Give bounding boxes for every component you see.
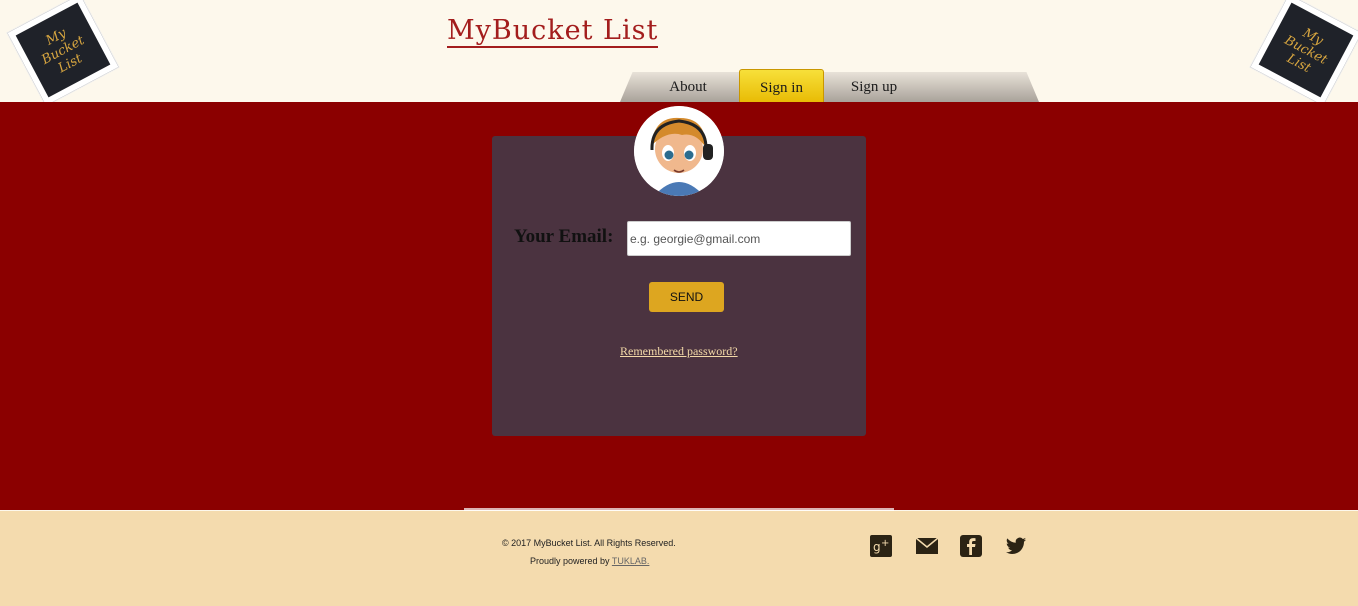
logo-right-text: My Bucket List bbox=[1259, 3, 1354, 98]
main-nav: About Sign in Sign up bbox=[620, 69, 1039, 106]
footer bbox=[0, 511, 1358, 606]
powered-prefix: Proudly powered by bbox=[530, 556, 610, 566]
logo-right[interactable]: My Bucket List bbox=[1250, 0, 1358, 106]
nav-sign-in[interactable]: Sign in bbox=[739, 69, 824, 106]
svg-text:+: + bbox=[881, 538, 889, 549]
powered-by: Proudly powered by TUKLAB. bbox=[530, 556, 649, 566]
avatar bbox=[634, 106, 724, 196]
header: My Bucket List MyBucket List My Bucket L… bbox=[0, 0, 1358, 106]
google-plus-icon[interactable]: g + bbox=[870, 535, 892, 557]
twitter-icon[interactable] bbox=[1005, 535, 1027, 557]
mail-icon[interactable] bbox=[915, 535, 939, 557]
remembered-password-link[interactable]: Remembered password? bbox=[620, 344, 738, 359]
tuklab-link[interactable]: TUKLAB. bbox=[612, 556, 650, 566]
email-label: Your Email: bbox=[514, 226, 614, 247]
send-button[interactable]: SEND bbox=[649, 282, 724, 312]
nav-about[interactable]: About bbox=[658, 72, 718, 102]
site-title[interactable]: MyBucket List bbox=[447, 16, 659, 48]
logo-left[interactable]: My Bucket List bbox=[7, 0, 119, 106]
facebook-icon[interactable] bbox=[960, 535, 982, 557]
svg-text:g: g bbox=[873, 540, 881, 554]
logo-left-text: My Bucket List bbox=[16, 3, 111, 98]
avatar-illustration bbox=[634, 106, 724, 196]
copyright-text: © 2017 MyBucket List. All Rights Reserve… bbox=[502, 538, 676, 548]
nav-sign-up[interactable]: Sign up bbox=[842, 72, 906, 102]
email-input[interactable] bbox=[627, 221, 851, 256]
